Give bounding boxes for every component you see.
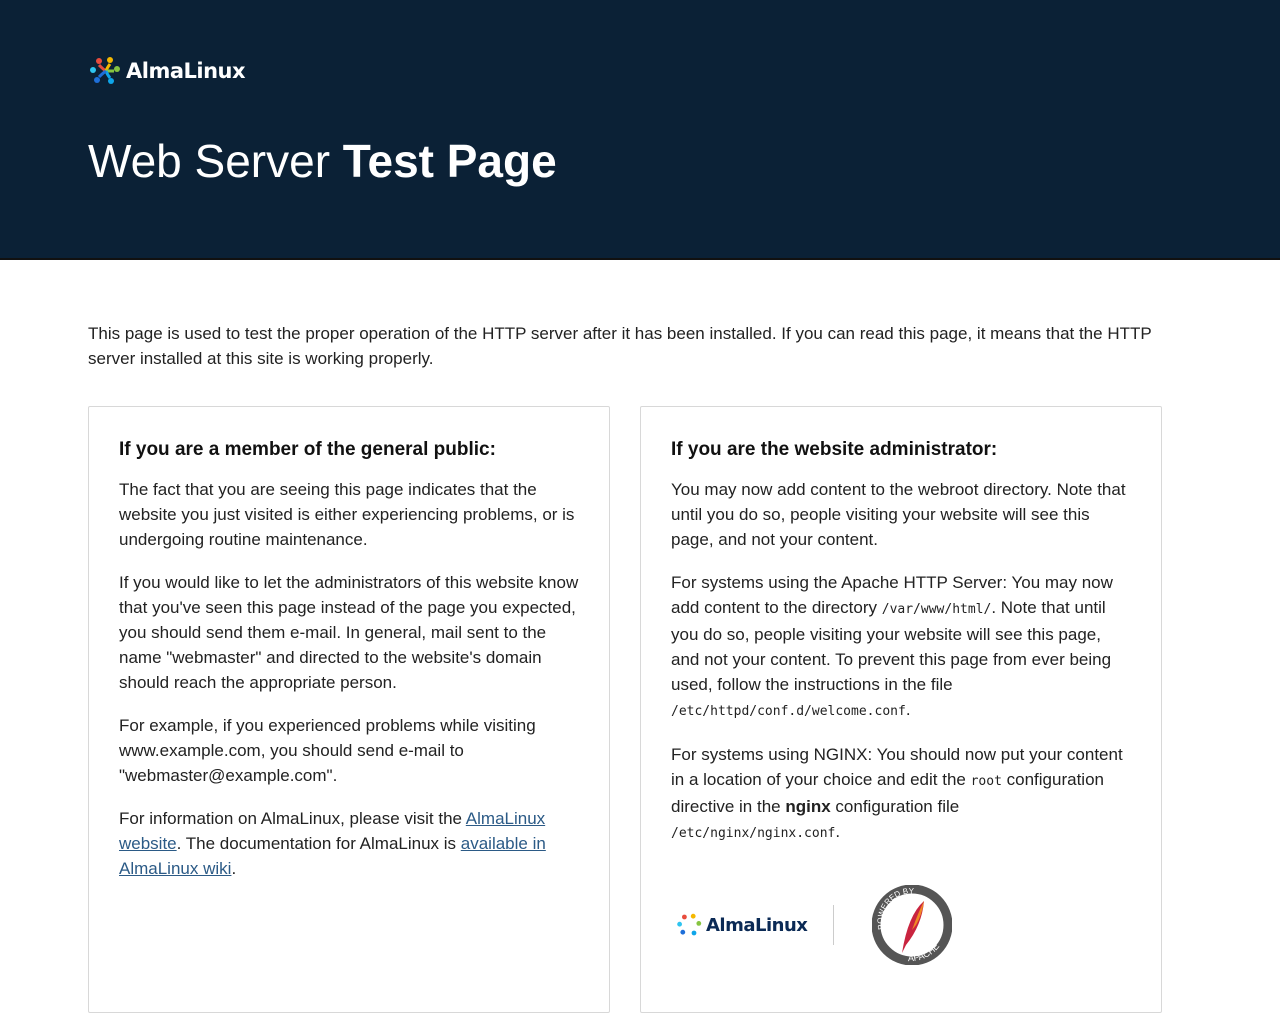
title-bold: Test Page	[342, 135, 557, 187]
public-p2: If you would like to let the administrat…	[119, 573, 579, 692]
code: /etc/httpd/conf.d/welcome.conf	[671, 704, 906, 719]
public-p1: The fact that you are seeing this page i…	[119, 480, 575, 549]
page-title: Web Server Test Page	[88, 134, 557, 188]
public-p3: For example, if you experienced problems…	[119, 716, 536, 785]
text: .	[905, 700, 911, 719]
admin-p1: You may now add content to the webroot d…	[671, 480, 1126, 549]
footer-logos: AlmaLinux POWERED BY APACHE	[677, 884, 953, 966]
apache-feather-icon: POWERED BY APACHE	[871, 884, 953, 966]
almalinux-logo-small: AlmaLinux	[677, 913, 808, 937]
almalinux-flower-icon	[90, 57, 120, 84]
code: root	[970, 774, 1002, 789]
brand-name: AlmaLinux	[126, 59, 246, 83]
text: . The documentation for AlmaLinux is	[176, 834, 461, 853]
header: AlmaLinux Web Server Test Page	[0, 0, 1280, 260]
text: .	[231, 859, 237, 878]
powered-by-apache-badge: POWERED BY APACHE	[871, 884, 953, 966]
admin-panel: If you are the website administrator: Yo…	[640, 406, 1162, 1013]
text: configuration file	[830, 797, 960, 816]
admin-p3: For systems using NGINX: You should now …	[671, 742, 1131, 846]
public-p4: For information on AlmaLinux, please vis…	[119, 806, 579, 881]
brand-name: AlmaLinux	[706, 914, 808, 936]
intro-text: This page is used to test the proper ope…	[88, 324, 1152, 368]
admin-heading: If you are the website administrator:	[671, 439, 998, 460]
bold: nginx	[785, 797, 831, 816]
code: /var/www/html/	[881, 602, 992, 617]
public-heading: If you are a member of the general publi…	[119, 439, 496, 460]
text: .	[835, 822, 841, 841]
almalinux-flower-icon	[677, 913, 702, 936]
divider	[833, 905, 835, 945]
almalinux-logo: AlmaLinux	[90, 56, 246, 86]
public-panel: If you are a member of the general publi…	[88, 406, 610, 1013]
code: /etc/nginx/nginx.conf	[671, 826, 836, 841]
text: For information on AlmaLinux, please vis…	[119, 809, 466, 828]
title-light: Web Server	[88, 135, 343, 187]
admin-p2: For systems using the Apache HTTP Server…	[671, 570, 1131, 724]
